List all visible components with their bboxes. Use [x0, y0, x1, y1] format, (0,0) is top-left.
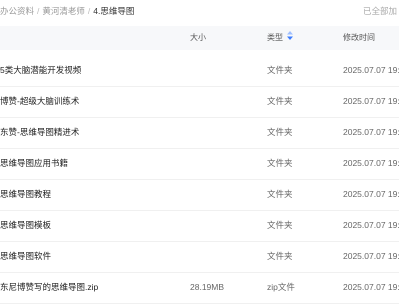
file-modified: 2025.07.07 19:3: [343, 65, 399, 75]
table-row[interactable]: 思维导图应用书籍 文件夹 2025.07.07 19:3: [0, 148, 399, 180]
file-type: 文件夹: [267, 96, 293, 106]
sort-icon[interactable]: [287, 26, 293, 50]
file-modified: 2025.07.07 19:3: [343, 158, 399, 168]
file-modified: 2025.07.07 19:3: [343, 282, 399, 292]
file-size: 28.19MB: [190, 282, 225, 292]
breadcrumb: 办公资料 / 黄河清老师/4.思维导图 已全部加: [0, 0, 399, 22]
table-row[interactable]: 东赞-思维导图精进术 文件夹 2025.07.07 19:3: [0, 117, 399, 149]
column-header-modified[interactable]: 修改时间: [343, 26, 375, 50]
file-name[interactable]: 博赞-超级大脑训练术: [0, 86, 79, 117]
file-type: 文件夹: [267, 158, 293, 168]
file-name[interactable]: 5类大脑潜能开发视频: [0, 55, 81, 86]
table-row[interactable]: 思维导图模板 文件夹 2025.07.07 19:3: [0, 210, 399, 242]
file-name[interactable]: 东赞-思维导图精进术: [0, 117, 79, 148]
file-type: 文件夹: [267, 127, 293, 137]
file-modified: 2025.07.07 19:3: [343, 189, 399, 199]
file-name[interactable]: 思维导图软件: [0, 241, 51, 272]
loaded-status: 已全部加: [362, 6, 397, 16]
table-header: 大小 类型 修改时间: [0, 26, 399, 50]
file-name[interactable]: 思维导图应用书籍: [0, 148, 68, 179]
table-row[interactable]: 东尼博赞写的思维导图.zip 28.19MB zip文件 2025.07.07 …: [0, 272, 399, 304]
file-modified: 2025.07.07 19:3: [343, 251, 399, 261]
file-modified: 2025.07.07 19:3: [343, 96, 399, 106]
file-type: zip文件: [267, 282, 295, 292]
file-name[interactable]: 思维导图模板: [0, 210, 51, 241]
table-row[interactable]: 思维导图软件 文件夹 2025.07.07 19:3: [0, 241, 399, 273]
column-header-type[interactable]: 类型: [267, 26, 293, 50]
file-modified: 2025.07.07 19:3: [343, 127, 399, 137]
file-type: 文件夹: [267, 189, 293, 199]
column-header-type-label: 类型: [267, 33, 283, 43]
column-header-size[interactable]: 大小: [190, 26, 206, 50]
table-row[interactable]: 思维导图教程 文件夹 2025.07.07 19:3: [0, 179, 399, 211]
table-row[interactable]: 5类大脑潜能开发视频 文件夹 2025.07.07 19:3: [0, 55, 399, 87]
breadcrumb-item-office[interactable]: 办公资料: [0, 6, 34, 16]
file-name[interactable]: 东尼博赞写的思维导图.zip: [0, 272, 98, 303]
file-type: 文件夹: [267, 65, 293, 75]
file-type: 文件夹: [267, 220, 293, 230]
table-row[interactable]: 博赞-超级大脑训练术 文件夹 2025.07.07 19:3: [0, 86, 399, 118]
file-name[interactable]: 思维导图教程: [0, 179, 51, 210]
file-modified: 2025.07.07 19:3: [343, 220, 399, 230]
breadcrumb-item-teacher[interactable]: 黄河清老师: [42, 6, 85, 16]
file-type: 文件夹: [267, 251, 293, 261]
breadcrumb-item-current: 4.思维导图: [93, 6, 135, 16]
